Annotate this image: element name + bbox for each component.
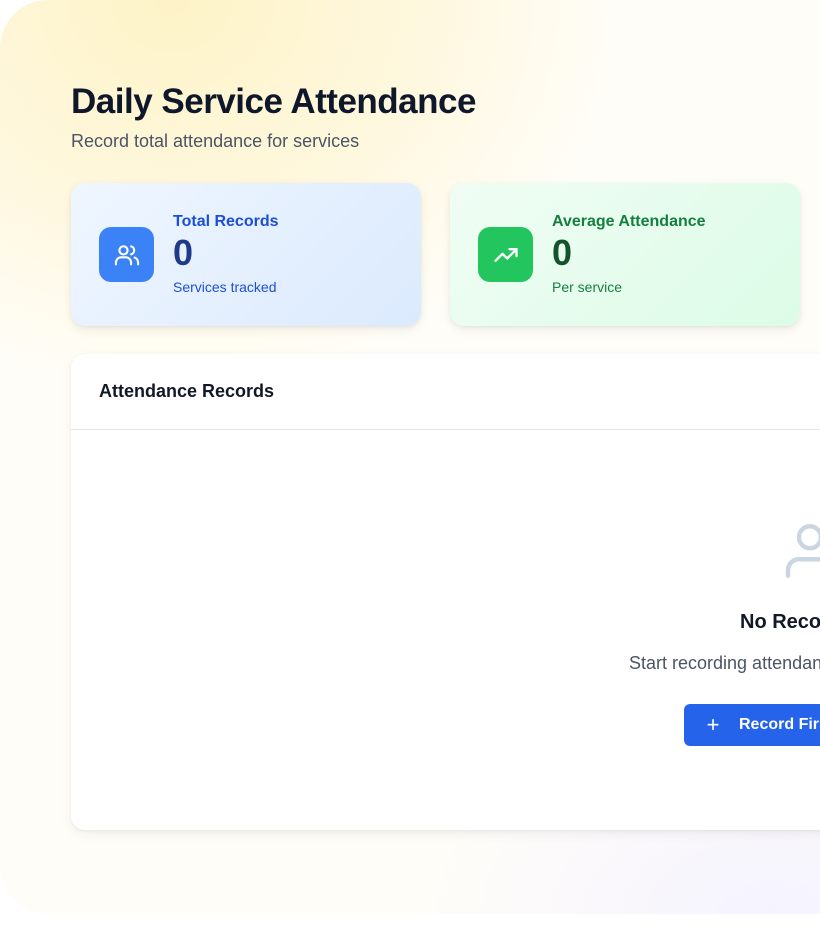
record-first-service-button[interactable]: + Record First Service <box>684 704 820 746</box>
trending-up-icon <box>478 227 533 282</box>
users-icon <box>99 227 154 282</box>
stat-card-average-attendance: Average Attendance 0 Per service <box>450 183 800 326</box>
empty-state-title: No Records Yet <box>740 611 820 633</box>
user-icon <box>777 518 820 589</box>
panel-header: Attendance Records <box>71 354 820 430</box>
stat-value: 0 <box>552 232 573 273</box>
panel-title: Attendance Records <box>99 381 275 401</box>
stat-value: 0 <box>173 232 194 273</box>
plus-icon: + <box>706 712 720 737</box>
stat-card-total-records: Total Records 0 Services tracked <box>71 183 421 326</box>
app-window: Daily Service Attendance Record total at… <box>0 0 820 914</box>
stat-caption: Per service <box>552 279 623 295</box>
page-subtitle: Record total attendance for services <box>71 131 360 151</box>
stat-label: Average Attendance <box>552 213 706 230</box>
stat-caption: Services tracked <box>173 279 277 295</box>
attendance-records-panel: Attendance Records No Records Yet Start … <box>71 354 820 830</box>
empty-state-description: Start recording attendance for your serv… <box>629 653 820 673</box>
page-title: Daily Service Attendance <box>71 82 476 121</box>
stat-label: Total Records <box>173 213 279 230</box>
button-label: Record First Service <box>739 716 820 733</box>
